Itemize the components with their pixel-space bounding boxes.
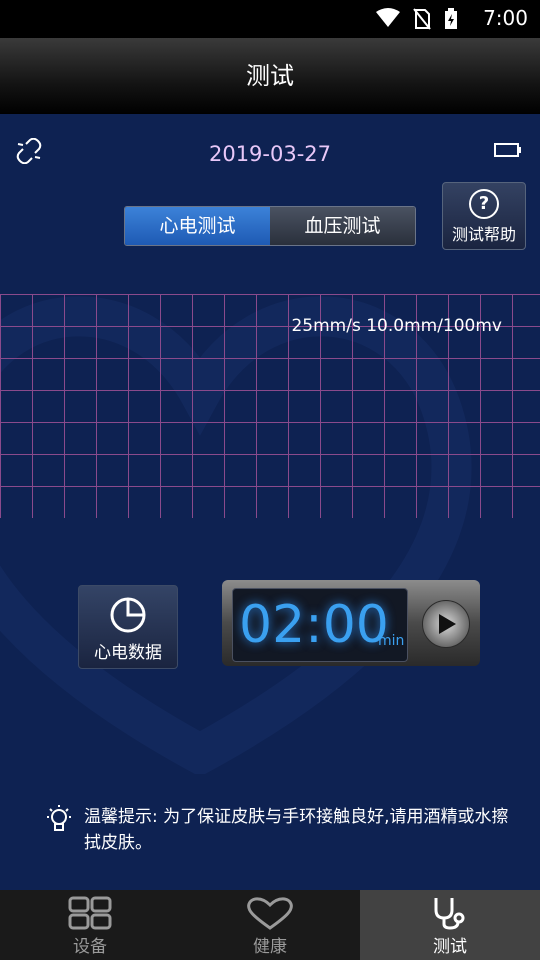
stethoscope-icon xyxy=(434,898,465,930)
grid-icon xyxy=(68,896,112,930)
test-panel: 2019-03-27 心电测试 血压测试 ? 测试帮助 25mm/s 10.0m… xyxy=(0,114,540,890)
countdown-timer: 02:00 min xyxy=(222,580,480,666)
wifi-icon xyxy=(375,8,400,27)
status-time: 7:00 xyxy=(483,6,528,30)
battery-charging-icon xyxy=(445,8,457,29)
pie-chart-icon xyxy=(110,597,146,633)
start-test-button[interactable] xyxy=(422,600,470,648)
heart-icon xyxy=(247,897,293,930)
ecg-data-label: 心电数据 xyxy=(94,643,162,663)
no-sim-icon xyxy=(413,8,431,30)
tab-devices[interactable]: 设备 xyxy=(0,890,180,960)
timer-value: 02:00 xyxy=(239,595,389,655)
device-battery-icon xyxy=(494,143,521,157)
test-help-label: 测试帮助 xyxy=(451,225,516,244)
date-label: 2019-03-27 xyxy=(208,142,332,166)
test-mode-switch: 心电测试 血压测试 xyxy=(124,206,416,246)
test-help-button[interactable]: ? 测试帮助 xyxy=(442,182,526,250)
status-icons xyxy=(368,8,458,30)
tab-health[interactable]: 健康 xyxy=(180,890,360,960)
tab-test-label: 测试 xyxy=(433,937,467,957)
tab-health-label: 健康 xyxy=(253,937,287,957)
tab-ecg-test[interactable]: 心电测试 xyxy=(125,207,270,245)
ecg-scale-label: 25mm/s 10.0mm/100mv xyxy=(291,316,502,336)
play-icon xyxy=(439,614,456,634)
timer-unit: min xyxy=(378,633,405,649)
tab-devices-label: 设备 xyxy=(73,937,107,957)
status-bar: 7:00 xyxy=(0,0,540,38)
tab-test[interactable]: 测试 xyxy=(360,890,540,960)
page-title: 测试 xyxy=(0,38,540,114)
question-icon: ? xyxy=(469,189,499,219)
ecg-data-button[interactable]: 心电数据 xyxy=(78,585,178,669)
tip-text: 温馨提示: 为了保证皮肤与手环接触良好,请用酒精或水擦拭皮肤。 xyxy=(84,807,509,853)
lightbulb-icon xyxy=(47,805,71,831)
bottom-tab-bar: 设备 健康 测试 xyxy=(0,890,540,960)
tab-bp-test[interactable]: 血压测试 xyxy=(270,207,415,245)
timer-display: 02:00 min xyxy=(232,588,408,662)
